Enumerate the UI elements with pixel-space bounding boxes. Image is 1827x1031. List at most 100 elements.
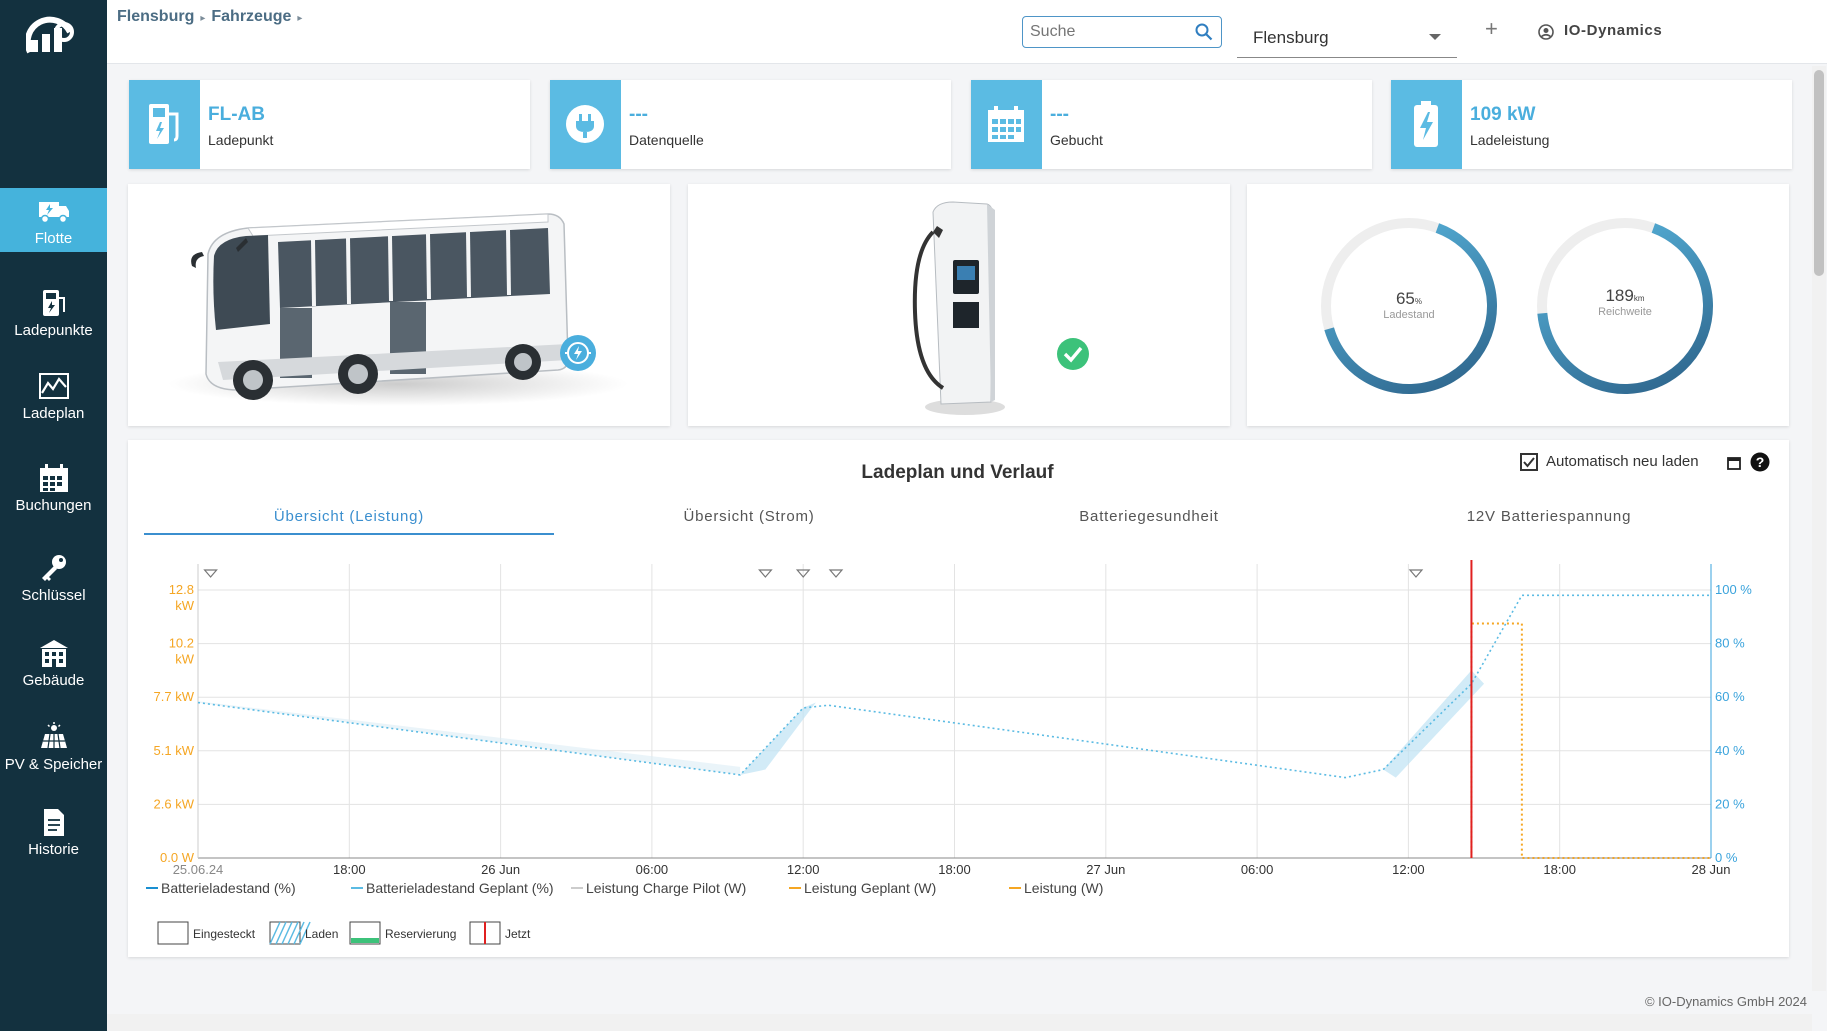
plug-icon	[566, 105, 604, 143]
legend-label: Leistung Geplant (W)	[804, 880, 936, 896]
y-right-tick-label: 100 %	[1715, 582, 1752, 597]
breadcrumb: Flensburg ▸ Fahrzeuge ▸	[117, 8, 308, 26]
y-left-tick-label: 5.1 kW	[154, 743, 195, 758]
building-icon	[39, 640, 68, 667]
legend-label: Leistung Charge Pilot (W)	[586, 880, 746, 896]
horizontal-scrollbar[interactable]	[107, 1014, 1812, 1031]
key-icon	[41, 555, 66, 581]
sidebar-item-label: Schlüssel	[21, 587, 86, 604]
x-tick-label: 06:00	[1241, 862, 1274, 877]
kpi-value: 109 kW	[1470, 104, 1536, 125]
location-value: Flensburg	[1253, 28, 1329, 47]
x-tick-label: 28 Jun	[1691, 862, 1730, 877]
bus-image	[168, 213, 628, 406]
help-icon[interactable]: ?	[1750, 452, 1770, 472]
charger-image	[912, 201, 1005, 415]
x-tick-label: 18:00	[333, 862, 366, 877]
kpi-value: FL-AB	[208, 104, 265, 125]
kpi-label: Ladeleistung	[1470, 132, 1550, 148]
sidebar: Flotte Ladepunkte Ladeplan Buchungen Schlüss…	[0, 0, 107, 1031]
sidebar-item-pv-speicher[interactable]: PV & Speicher	[0, 714, 107, 780]
kpi-label: Ladepunkt	[208, 132, 274, 148]
add-button[interactable]: +	[1485, 16, 1498, 42]
breadcrumb-item-location[interactable]: Flensburg	[117, 8, 194, 25]
x-tick-label: 26 Jun	[481, 862, 520, 877]
tab-0[interactable]: Übersicht (Leistung)	[144, 508, 554, 535]
sidebar-item-label: Buchungen	[15, 497, 92, 514]
charger-panel	[688, 184, 1230, 426]
chart-icon	[38, 373, 69, 399]
sidebar-item-label: Flotte	[34, 230, 73, 247]
legend-shape-label: Eingesteckt	[193, 927, 256, 941]
tab-2[interactable]: Batteriegesundheit	[944, 508, 1354, 533]
kpi-card-ladepunkt: FL-AB Ladepunkt	[129, 80, 530, 169]
battery-gauges-panel: 65% Ladestand 189km Reichweite	[1247, 184, 1789, 426]
search-box[interactable]	[1022, 16, 1222, 48]
tab-3[interactable]: 12V Batteriespannung	[1344, 508, 1754, 533]
auto-reload-checkbox[interactable]	[1520, 453, 1538, 472]
calendar-button-icon[interactable]	[1726, 455, 1742, 471]
sidebar-item-gebäude[interactable]: Gebäude	[0, 630, 107, 696]
tab-1[interactable]: Übersicht (Strom)	[544, 508, 954, 533]
sidebar-item-ladeplan[interactable]: Ladeplan	[0, 363, 107, 429]
search-icon[interactable]	[1195, 23, 1213, 41]
sidebar-item-historie[interactable]: Historie	[0, 799, 107, 865]
y-left-tick-label: 7.7 kW	[154, 689, 195, 704]
x-tick-label: 12:00	[1392, 862, 1425, 877]
document-icon	[43, 809, 64, 836]
x-tick-label: 06:00	[636, 862, 669, 877]
chart-panel: Ladeplan und Verlauf Automatisch neu lad…	[128, 440, 1789, 957]
charging-band	[740, 702, 816, 775]
legend-shape-label: Jetzt	[505, 927, 531, 941]
ev-connected-icon	[560, 335, 596, 371]
checkmark-icon	[1523, 457, 1535, 468]
location-select[interactable]: Flensburg	[1237, 16, 1457, 58]
breadcrumb-separator-icon: ▸	[297, 13, 303, 24]
plug-marker-icon	[828, 569, 844, 578]
calendar-icon	[39, 464, 68, 492]
vehicle-panel	[128, 184, 670, 426]
sidebar-item-flotte[interactable]: Flotte	[0, 188, 107, 252]
legend-shape-plugged	[157, 921, 189, 945]
user-menu[interactable]: IO-Dynamics	[1564, 22, 1662, 39]
solar-icon	[40, 722, 67, 749]
breadcrumb-item-vehicles[interactable]: Fahrzeuge	[211, 8, 291, 25]
svg-text:?: ?	[1756, 454, 1765, 470]
search-input[interactable]	[1023, 17, 1183, 47]
y-right-tick-label: 20 %	[1715, 796, 1745, 811]
auto-reload-toggle[interactable]: Automatisch neu laden	[1520, 453, 1699, 472]
x-tick-label: 12:00	[787, 862, 820, 877]
user-icon	[1538, 24, 1554, 40]
sidebar-item-label: Historie	[28, 841, 79, 858]
sidebar-item-buchungen[interactable]: Buchungen	[0, 455, 107, 521]
breadcrumb-separator-icon: ▸	[200, 13, 206, 24]
sidebar-item-schlüssel[interactable]: Schlüssel	[0, 545, 107, 611]
x-tick-label: 27 Jun	[1086, 862, 1125, 877]
sidebar-item-label: PV & Speicher	[4, 756, 103, 773]
y-right-tick-label: 40 %	[1715, 743, 1745, 758]
legend-label: Leistung (W)	[1024, 880, 1103, 896]
plug-marker-icon	[203, 569, 218, 578]
vertical-scrollbar-thumb[interactable]	[1814, 70, 1824, 276]
sidebar-item-ladepunkte[interactable]: Ladepunkte	[0, 280, 107, 346]
charging-band	[1383, 670, 1485, 778]
plug-marker-icon	[1408, 569, 1424, 578]
sidebar-item-label: Ladepunkte	[14, 322, 93, 339]
gauge-value: 189km	[1605, 286, 1644, 305]
kpi-label: Datenquelle	[629, 132, 704, 148]
legend-label: Batterieladestand (%)	[161, 880, 296, 896]
top-bar: Flensburg ▸ Fahrzeuge ▸ Flensburg + IO-Dyna…	[107, 0, 1827, 64]
gauge-value: 65%	[1396, 289, 1422, 308]
gauge-label: Ladestand	[1383, 309, 1434, 321]
truck-icon	[38, 202, 69, 224]
gauge-ladestand: 65%Ladestand	[1321, 217, 1497, 394]
legend-shape-label: Reservierung	[385, 927, 456, 941]
kpi-card-ladeleistung: 109 kW Ladeleistung	[1391, 80, 1792, 169]
sidebar-item-label: Ladeplan	[22, 405, 85, 422]
footer-copyright: © IO-Dynamics GmbH 2024	[1644, 994, 1807, 1009]
kpi-label: Gebucht	[1050, 132, 1103, 148]
app-logo-icon[interactable]	[26, 14, 74, 54]
x-tick-label: 25.06.24	[173, 862, 224, 877]
y-right-tick-label: 60 %	[1715, 689, 1745, 704]
kpi-card-gebucht: --- Gebucht	[971, 80, 1372, 169]
